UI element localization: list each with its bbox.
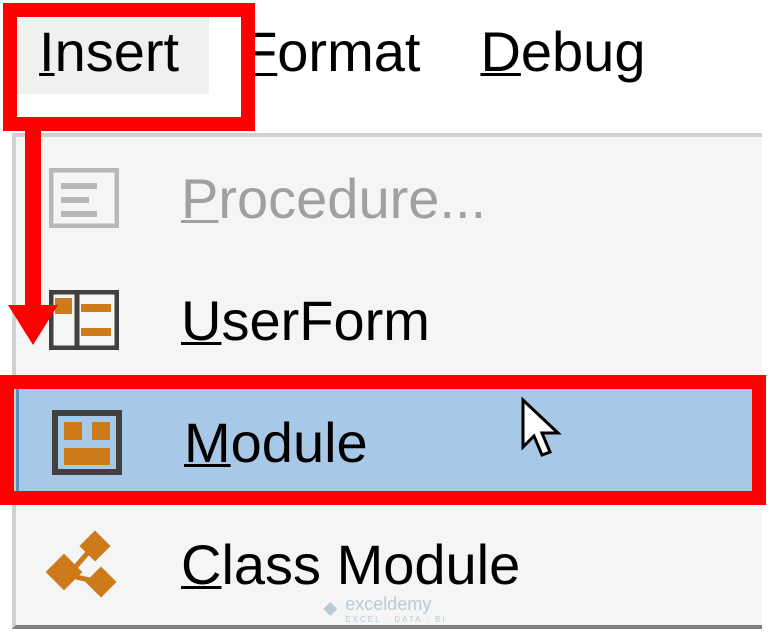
- module-label: Module: [184, 410, 368, 475]
- watermark: exceldemy EXCEL · DATA · BI: [321, 594, 446, 624]
- insert-label: nsert: [55, 20, 180, 83]
- procedure-label: Procedure...: [181, 166, 486, 231]
- debug-mnemonic: D: [480, 20, 520, 83]
- format-mnemonic: F: [243, 20, 277, 83]
- dropdown-item-userform[interactable]: UserForm: [16, 259, 762, 381]
- insert-dropdown: Procedure... UserForm Mod: [12, 133, 762, 629]
- class-module-icon: [46, 527, 121, 602]
- menu-insert[interactable]: Insert: [5, 5, 213, 98]
- menubar: Insert Format Debug: [0, 0, 768, 98]
- class-module-label: Class Module: [181, 532, 520, 597]
- menu-debug[interactable]: Debug: [450, 9, 675, 94]
- insert-mnemonic: I: [39, 20, 55, 83]
- userform-label: UserForm: [181, 288, 430, 353]
- dropdown-item-module[interactable]: Module: [16, 381, 762, 503]
- procedure-icon: [46, 161, 121, 236]
- red-arrow-down: [15, 130, 50, 350]
- format-label: ormat: [277, 20, 420, 83]
- menu-format[interactable]: Format: [213, 9, 450, 94]
- watermark-sub: EXCEL · DATA · BI: [345, 615, 446, 624]
- debug-label: ebug: [521, 20, 646, 83]
- dropdown-item-procedure: Procedure...: [16, 137, 762, 259]
- module-icon: [49, 405, 124, 480]
- watermark-brand: exceldemy: [345, 594, 446, 615]
